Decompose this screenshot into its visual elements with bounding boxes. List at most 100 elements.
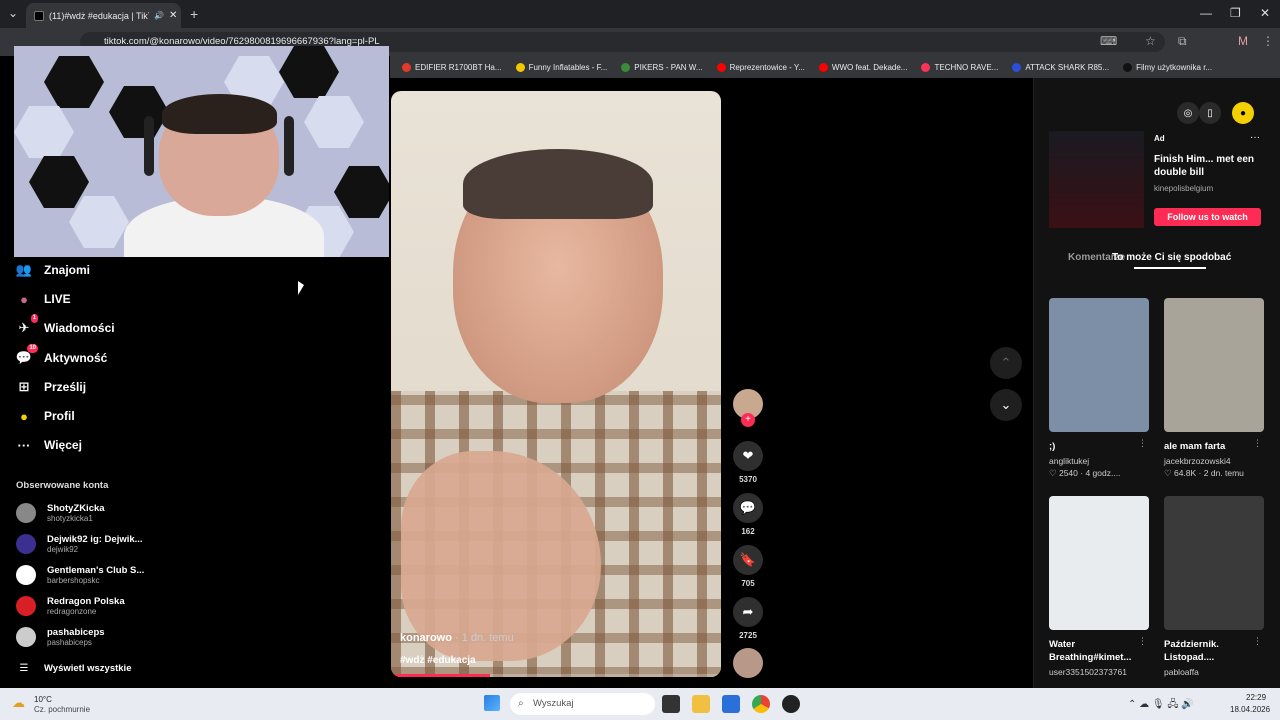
tray-icons[interactable]: ⌃ ☁ 🎙 🖧 🔊: [1128, 697, 1194, 714]
tab-search-icon[interactable]: ⌄: [8, 6, 18, 20]
video-user[interactable]: angliktukej: [1049, 456, 1149, 466]
video-meta: ♡ 64.8K · 2 dn. temu: [1164, 468, 1244, 478]
tab-related[interactable]: To może Ci się spodobać: [1112, 252, 1231, 263]
bookmark-item[interactable]: EDIFIER R1700BT Ha...: [402, 62, 502, 72]
follow-plus-icon[interactable]: +: [741, 413, 755, 427]
bookmark-label: WWO feat. Dekade...: [831, 62, 908, 72]
video-user[interactable]: jacekbrzozowski4: [1164, 456, 1264, 466]
compass-icon[interactable]: ◎: [1177, 102, 1199, 124]
bookmark-label: EDIFIER R1700BT Ha...: [415, 62, 502, 72]
following-account[interactable]: ShotyZKicka shotyzkicka1: [16, 503, 105, 523]
bookmark-item[interactable]: Filmy użytkownika r...: [1123, 62, 1212, 72]
related-video-card[interactable]: ;) angliktukej ♡ 2540 · 4 godz.... ⋮: [1049, 298, 1149, 479]
chrome-icon[interactable]: [752, 695, 770, 713]
sidebar-item-znajomi[interactable]: 👥 Znajomi: [16, 262, 90, 278]
sidebar-item-aktywność[interactable]: 💬 10 Aktywność: [16, 344, 107, 366]
tab-close-icon[interactable]: ✕: [169, 10, 177, 21]
device-icon[interactable]: ▯: [1199, 102, 1221, 124]
like-button[interactable]: ❤ 5370: [733, 441, 763, 484]
sound-avatar[interactable]: [733, 648, 763, 678]
save-button[interactable]: 🔖 705: [733, 545, 763, 588]
sidebar-item-prześlij[interactable]: ⊞ Prześlij: [16, 379, 86, 395]
sidebar-item-label: Więcej: [44, 438, 82, 452]
tab-audio-icon[interactable]: 🔊: [154, 11, 164, 20]
bookmarks-bar: EDIFIER R1700BT Ha... Funny Inflatables -…: [390, 56, 1280, 78]
video-user[interactable]: user3351502373761: [1049, 667, 1149, 677]
task-view-icon[interactable]: [662, 695, 680, 713]
related-video-card[interactable]: ale mam farta jacekbrzozowski4 ♡ 64.8K · 2…: [1164, 298, 1264, 479]
video-thumbnail[interactable]: [1049, 298, 1149, 432]
friends-icon: 👥: [15, 262, 33, 277]
weather-icon[interactable]: ☁: [12, 695, 25, 711]
profile-avatar-icon[interactable]: M: [1238, 34, 1248, 48]
sidebar-item-więcej[interactable]: ··· Więcej: [16, 437, 82, 453]
minimize-icon[interactable]: —: [1200, 6, 1212, 20]
bookmark-star-icon[interactable]: ☆: [1145, 34, 1156, 48]
mouse-cursor: [298, 281, 304, 295]
video-progress[interactable]: [391, 674, 721, 677]
more-icon[interactable]: ⋮: [1138, 438, 1147, 449]
app-icon[interactable]: [782, 695, 800, 713]
following-account[interactable]: Redragon Polska redragonzone: [16, 596, 125, 616]
next-video-button[interactable]: ⌄: [990, 389, 1022, 421]
taskbar-search[interactable]: ⌕ Wyszukaj: [510, 693, 655, 715]
following-account[interactable]: pashabiceps pashabiceps: [16, 627, 105, 647]
bookmark-item[interactable]: WWO feat. Dekade...: [818, 62, 908, 72]
bookmark-item[interactable]: Funny Inflatables - F...: [515, 62, 607, 72]
related-video-card[interactable]: Październik. Listopad.... pabloaffa ⋮: [1164, 496, 1264, 677]
show-all-button[interactable]: ☰ Wyświetl wszystkie: [16, 660, 132, 676]
start-icon[interactable]: [484, 695, 500, 711]
close-window-icon[interactable]: ✕: [1260, 6, 1270, 20]
user-avatar-icon[interactable]: ●: [1232, 102, 1254, 124]
bookmark-label: Reprezentowice - Y...: [729, 62, 805, 72]
video-user[interactable]: pabloaffa: [1164, 667, 1264, 677]
tiktok-favicon-icon: [34, 10, 44, 21]
more-icon[interactable]: ⋮: [1253, 636, 1262, 647]
bookmark-item[interactable]: PIKERS - PAN W...: [621, 62, 703, 72]
browser-menu-icon[interactable]: ⋮: [1262, 34, 1274, 48]
ad-more-icon[interactable]: ···: [1250, 132, 1260, 143]
account-name: Gentleman's Club S...: [47, 565, 145, 576]
video-author[interactable]: konarowo · 1 dn. temu: [400, 632, 514, 644]
browser-tab[interactable]: (11)#wdż #edukacja | TikTok 🔊 ✕: [26, 3, 181, 28]
new-tab-icon[interactable]: +: [190, 6, 198, 22]
previous-video-button[interactable]: ⌃: [990, 347, 1022, 379]
file-explorer-icon[interactable]: [692, 695, 710, 713]
account-handle: pashabiceps: [47, 638, 92, 647]
sidebar-item-live[interactable]: ● LIVE: [16, 291, 71, 307]
video-player[interactable]: konarowo · 1 dn. temu #wdż #edukacja: [391, 91, 721, 677]
bookmark-favicon-icon: [921, 62, 931, 72]
video-thumbnail[interactable]: [1164, 496, 1264, 630]
bookmark-item[interactable]: Reprezentowice - Y...: [716, 62, 805, 72]
ad-brand[interactable]: kinepolisbelgium: [1154, 184, 1213, 193]
video-thumbnail[interactable]: [1049, 496, 1149, 630]
author-avatar[interactable]: +: [733, 389, 763, 427]
following-account[interactable]: Gentleman's Club S... barbershopskc: [16, 565, 144, 585]
extensions-icon[interactable]: ⧉: [1178, 34, 1187, 49]
sidebar-item-profil[interactable]: ● Profil: [16, 408, 75, 424]
sidebar-item-label: Wiadomości: [44, 321, 115, 335]
browser-tab-strip: ⌄ (11)#wdż #edukacja | TikTok 🔊 ✕ + — ❐ …: [0, 0, 1280, 28]
share-icon: ➦: [733, 597, 763, 627]
bookmark-item[interactable]: ATTACK SHARK R85...: [1012, 62, 1109, 72]
store-icon[interactable]: [722, 695, 740, 713]
ad-thumbnail[interactable]: [1049, 131, 1144, 228]
comment-button[interactable]: 💬 162: [733, 493, 763, 536]
video-thumbnail[interactable]: [1164, 298, 1264, 432]
following-account[interactable]: Dejwik92 ig: Dejwik... dejwik92: [16, 534, 143, 554]
share-button[interactable]: ➦ 2725: [733, 597, 763, 640]
more-icon[interactable]: ⋮: [1138, 636, 1147, 647]
bookmark-item[interactable]: TECHNO RAVE...: [921, 62, 998, 72]
video-title: Water Breathing#kimet...: [1049, 639, 1132, 663]
related-video-card[interactable]: Water Breathing#kimet... user335150237376…: [1049, 496, 1149, 677]
video-tags[interactable]: #wdż #edukacja: [400, 655, 476, 666]
translate-icon[interactable]: ⌨: [1100, 34, 1117, 48]
bookmark-favicon-icon: [716, 62, 726, 72]
sidebar-item-wiadomości[interactable]: ✈ 1 Wiadomości: [16, 314, 115, 336]
restore-icon[interactable]: ❐: [1230, 6, 1241, 20]
ad-follow-button[interactable]: Follow us to watch: [1154, 208, 1261, 226]
more-icon[interactable]: ⋮: [1253, 438, 1262, 449]
bookmark-favicon-icon: [818, 62, 828, 72]
ad-title[interactable]: Finish Him... met een double bill: [1154, 153, 1264, 179]
sidebar-item-label: LIVE: [44, 292, 71, 306]
